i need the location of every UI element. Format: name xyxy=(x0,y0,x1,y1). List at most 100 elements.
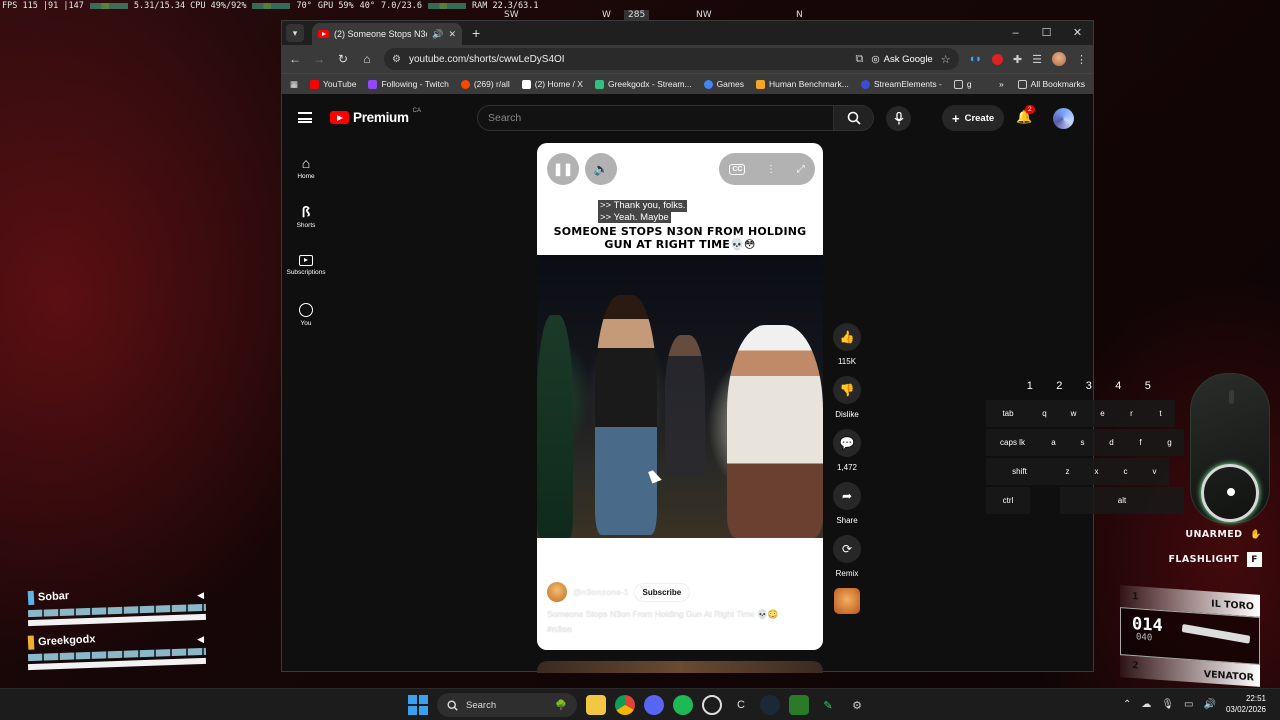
captions-button[interactable]: CC xyxy=(729,163,746,175)
next-short-preview[interactable] xyxy=(537,661,823,673)
system-clock[interactable]: 22:51 03/02/2026 xyxy=(1226,693,1266,715)
extensions-puzzle-icon[interactable]: ✚ xyxy=(1013,53,1022,66)
back-icon[interactable]: ← xyxy=(288,52,302,66)
bookmark-streamelements[interactable]: StreamElements - xyxy=(860,79,942,89)
subscribe-button[interactable]: Subscribe xyxy=(634,583,690,601)
tab-search-button[interactable]: ▾ xyxy=(286,24,304,42)
hashtag-link[interactable]: #n3on xyxy=(547,624,778,634)
sidebar-item-subscriptions[interactable]: Subscriptions xyxy=(282,241,330,290)
fullscreen-icon[interactable]: ⤢ xyxy=(797,164,805,175)
sidebar-item-shorts[interactable]: ꟗ Shorts xyxy=(282,192,330,241)
dislike-icon[interactable]: 👎 xyxy=(833,376,861,404)
pen-icon[interactable]: ✎ xyxy=(818,695,838,715)
clock-date: 03/02/2026 xyxy=(1225,705,1266,714)
channel-avatar[interactable] xyxy=(547,582,567,602)
tab-youtube-short[interactable]: (2) Someone Stops N3on Fr 🔊 ✕ xyxy=(312,23,462,45)
all-bookmarks-button[interactable]: All Bookmarks xyxy=(1017,79,1085,89)
key-2: 2 xyxy=(1056,380,1063,392)
forward-icon[interactable]: → xyxy=(312,52,326,66)
like-icon[interactable]: 👍 xyxy=(833,323,861,351)
tray-chevron-icon[interactable]: ⌃ xyxy=(1123,699,1131,710)
remix-action[interactable]: ⟳ Remix xyxy=(831,535,863,578)
youtube-premium-logo[interactable]: Premium CA xyxy=(330,108,421,125)
like-action[interactable]: 👍 115K xyxy=(831,323,863,366)
nvidia-icon[interactable] xyxy=(789,695,809,715)
create-button[interactable]: + Create xyxy=(942,105,1005,131)
remix-icon[interactable]: ⟳ xyxy=(833,535,861,563)
video-figure xyxy=(537,315,573,538)
volume-button[interactable]: 🔈 xyxy=(585,153,617,185)
tab-close-icon[interactable]: ✕ xyxy=(448,29,456,40)
shorts-player[interactable]: ❚❚ 🔈 CC ⋮ ⤢ >> Thank you, folks. >> Yeah… xyxy=(537,143,823,650)
minimize-button[interactable]: – xyxy=(1000,21,1031,45)
chrome-icon[interactable] xyxy=(615,695,635,715)
bookmark-twitch[interactable]: Following - Twitch xyxy=(368,79,449,89)
apps-grid-icon[interactable]: ▦ xyxy=(290,79,298,90)
close-button[interactable]: ✕ xyxy=(1062,21,1093,45)
new-tab-button[interactable]: + xyxy=(472,25,480,41)
account-avatar[interactable] xyxy=(1053,108,1074,129)
key-w: w xyxy=(1059,400,1088,427)
url-text[interactable]: youtube.com/shorts/cwwLeDyS4OI xyxy=(409,54,847,65)
caption-line: >> Thank you, folks. xyxy=(598,200,688,212)
install-icon[interactable]: ⧉ xyxy=(855,53,863,66)
home-icon[interactable]: ⌂ xyxy=(360,52,374,66)
bookmark-human-benchmark[interactable]: Human Benchmark... xyxy=(755,79,849,89)
maximize-button[interactable]: ☐ xyxy=(1031,21,1062,45)
ccleaner-icon[interactable]: C xyxy=(731,695,751,715)
key-3: 3 xyxy=(1085,380,1092,392)
flashlight-label: FLASHLIGHT xyxy=(1168,554,1239,565)
comment-icon[interactable]: 💬 xyxy=(833,429,861,457)
pause-button[interactable]: ❚❚ xyxy=(547,153,579,185)
volume-icon[interactable]: 🔊 xyxy=(1204,699,1216,710)
share-action[interactable]: ➦ Share xyxy=(831,482,863,525)
video-frame[interactable] xyxy=(537,255,823,538)
mic-icon[interactable]: 🎙 xyxy=(1161,699,1174,710)
bookmark-star-icon[interactable]: ☆ xyxy=(941,53,951,66)
ask-google-button[interactable]: ◎ Ask Google xyxy=(871,54,932,65)
start-windows-icon[interactable] xyxy=(408,695,428,715)
bookmark-greekgodx[interactable]: Greekgodx - Stream... xyxy=(594,79,692,89)
bookmark-x[interactable]: (2) Home / X xyxy=(521,79,583,89)
comment-action[interactable]: 💬 1,472 xyxy=(831,429,863,472)
short-description[interactable]: Someone Stops N3on From Holding Gun At R… xyxy=(547,609,778,634)
sidebar-item-home[interactable]: ⌂ Home xyxy=(282,143,330,192)
bookmark-reddit[interactable]: (269) r/all xyxy=(460,79,510,89)
sound-thumbnail[interactable] xyxy=(834,588,860,614)
spotify-icon[interactable] xyxy=(673,695,693,715)
youtube-sidebar: ⌂ Home ꟗ Shorts Subscriptions You xyxy=(282,143,330,339)
network-icon[interactable]: ▭ xyxy=(1184,699,1193,710)
file-explorer-icon[interactable] xyxy=(586,695,606,715)
channel-name[interactable]: @n3onzone-1 xyxy=(573,587,629,597)
notifications-button[interactable]: 🔔 2 xyxy=(1016,105,1035,125)
taskbar-search[interactable]: Search 🌳 xyxy=(437,693,577,717)
extension-record-icon[interactable] xyxy=(991,53,1003,65)
more-options-icon[interactable]: ⋮ xyxy=(766,164,776,175)
more-bookmarks-icon[interactable]: » xyxy=(999,79,1004,89)
steam-icon[interactable] xyxy=(760,695,780,715)
discord-icon[interactable] xyxy=(644,695,664,715)
menu-hamburger-icon[interactable] xyxy=(298,112,312,123)
settings-gear-icon[interactable]: ⚙ xyxy=(847,695,867,715)
search-button[interactable] xyxy=(834,105,874,131)
site-info-icon[interactable]: ⚙ xyxy=(392,54,401,65)
dislike-action[interactable]: 👎 Dislike xyxy=(831,376,863,419)
lightning-icon xyxy=(755,79,765,89)
share-icon[interactable]: ➦ xyxy=(833,482,861,510)
profile-avatar[interactable] xyxy=(1052,52,1066,66)
tab-audio-icon[interactable]: 🔊 xyxy=(432,29,443,40)
bookmark-games[interactable]: Games xyxy=(703,79,744,89)
reading-list-icon[interactable]: ☰ xyxy=(1032,53,1042,66)
address-bar[interactable]: ⚙ youtube.com/shorts/cwwLeDyS4OI ⧉ ◎ Ask … xyxy=(384,48,959,70)
bookmark-folder-g[interactable]: g xyxy=(953,79,972,89)
obs-icon[interactable] xyxy=(702,695,722,715)
browser-menu-icon[interactable]: ⋮ xyxy=(1076,53,1087,66)
sidebar-item-you[interactable]: You xyxy=(282,290,330,339)
search-input[interactable]: Search xyxy=(477,105,834,131)
onedrive-icon[interactable]: ☁ xyxy=(1141,699,1151,710)
extension-audio-icon[interactable]: ◖◗ xyxy=(969,53,982,65)
reload-icon[interactable]: ↻ xyxy=(336,52,350,66)
bookmark-youtube[interactable]: YouTube xyxy=(310,79,356,89)
sidebar-item-label: Subscriptions xyxy=(286,269,326,276)
voice-search-button[interactable] xyxy=(886,106,911,131)
